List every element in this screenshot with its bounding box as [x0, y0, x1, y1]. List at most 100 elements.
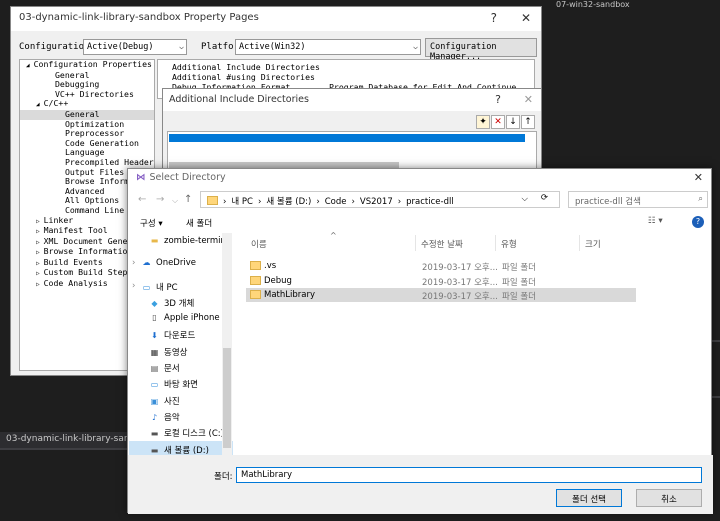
breadcrumb-item[interactable]: 내 PC — [231, 197, 253, 207]
nav-item[interactable]: ▦ 동영상 — [129, 343, 233, 359]
view-options-icon[interactable]: ☷ ▾ — [648, 216, 663, 226]
close-button[interactable]: ✕ — [694, 171, 703, 184]
nav-item[interactable]: ♪ 음악 — [129, 408, 233, 424]
nav-item[interactable]: ▤ 문서 — [129, 359, 233, 375]
breadcrumb-separator: › — [258, 197, 262, 207]
nav-item[interactable]: › ▭ 내 PC — [129, 278, 233, 294]
breadcrumb-separator: › — [351, 197, 355, 207]
ide-divider — [712, 396, 720, 398]
include-dirs-dialog: Additional Include Directories ? ✕ ✦ ✕ ↓ ↑ — [162, 88, 542, 178]
file-row[interactable]: Debug 2019-03-17 오후... 파일 폴더 — [246, 274, 636, 288]
file-list[interactable]: 이름 ^ 수정한 날짜 유형 크기 .vs 2019-03-17 오후... 파일 … — [240, 231, 712, 455]
tree-item-label: All Options — [65, 195, 120, 206]
nav-item[interactable]: › ☁ OneDrive — [129, 255, 233, 271]
column-type[interactable]: 유형 — [496, 235, 580, 251]
breadcrumb-item[interactable]: VS2017 — [360, 197, 393, 207]
configuration-select[interactable]: Active(Debug) ⌵ — [83, 39, 187, 55]
expander-icon[interactable]: ▷ — [36, 270, 40, 277]
ide-tab[interactable]: 03-dynamic-link-library-sandbox — [0, 432, 128, 448]
tree-item-label: Browse Information — [43, 246, 133, 257]
refresh-icon[interactable]: ⟳ — [541, 193, 548, 203]
up-icon[interactable]: ↑ — [184, 194, 192, 205]
file-type: 파일 폴더 — [502, 263, 536, 273]
breadcrumb-item[interactable]: 새 볼륨 (D:) — [266, 197, 311, 207]
file-row[interactable]: MathLibrary 2019-03-17 오후... 파일 폴더 — [246, 288, 636, 302]
expander-icon[interactable]: ▷ — [36, 260, 40, 267]
ide-top-right-text: 07-win32-sandbox — [556, 0, 630, 9]
search-input[interactable]: practice-dll 검색 ⌕ — [568, 191, 708, 208]
expander-icon[interactable]: › — [132, 281, 135, 291]
navigation-pane[interactable]: ▬ zombie-termina › ☁ OneDrive › ▭ 내 PC ◆ 3D 개체 ▯ Ap… — [129, 233, 233, 455]
back-icon[interactable]: ← — [138, 194, 146, 205]
nav-item[interactable]: ▭ 바탕 화면 — [129, 375, 233, 391]
tree-item[interactable]: VC++ Directories — [20, 88, 154, 100]
nav-item[interactable]: ▣ 사진 — [129, 392, 233, 408]
column-size[interactable]: 크기 — [580, 235, 636, 251]
expander-icon[interactable]: › — [132, 258, 135, 268]
help-button[interactable]: ? — [495, 93, 501, 106]
file-date: 2019-03-17 오후... — [422, 277, 498, 288]
address-bar[interactable]: › 내 PC › 새 볼륨 (D:) › Code › VS2017 › practice-dll… — [200, 191, 560, 208]
tree-item-label: VC++ Directories — [55, 88, 134, 99]
nav-item[interactable]: ◆ 3D 개체 — [129, 294, 233, 310]
cancel-button[interactable]: 취소 — [636, 489, 702, 507]
nav-item-label: 3D 개체 — [164, 298, 195, 309]
phone-icon: ▯ — [152, 313, 157, 323]
file-row[interactable]: .vs 2019-03-17 오후... 파일 폴더 — [246, 259, 636, 273]
nav-item-label: 바탕 화면 — [164, 380, 198, 391]
nav-item[interactable]: ▯ Apple iPhone — [129, 310, 233, 326]
music-icon: ♪ — [151, 412, 158, 422]
nav-item[interactable]: ▬ zombie-termina — [129, 233, 233, 249]
delete-icon[interactable]: ✕ — [491, 115, 505, 129]
new-folder-button[interactable]: 새 폴더 — [186, 217, 212, 229]
property-row[interactable]: Additional Include Directories — [172, 62, 520, 72]
expander-icon[interactable]: ▷ — [36, 239, 40, 246]
cube-icon: ◆ — [151, 298, 158, 308]
help-icon[interactable]: ? — [692, 216, 704, 228]
tree-item-label: Command Line — [65, 204, 125, 215]
scrollbar-thumb[interactable] — [223, 348, 231, 448]
include-dirs-title: Additional Include Directories — [163, 89, 541, 111]
arrow-up-icon[interactable]: ↑ — [521, 115, 535, 129]
expander-icon[interactable]: ◢ — [26, 62, 30, 69]
arrow-down-icon[interactable]: ↓ — [506, 115, 520, 129]
tree-item-label: Language — [65, 147, 105, 158]
close-button[interactable]: ✕ — [521, 11, 531, 25]
nav-item[interactable]: ▬ 로컬 디스크 (C:) — [129, 424, 233, 440]
tree-item-label: Advanced — [65, 185, 105, 196]
nav-item[interactable]: ⬇ 다운로드 — [129, 326, 233, 342]
folder-input[interactable]: MathLibrary — [236, 467, 702, 483]
close-button[interactable]: ✕ — [524, 93, 533, 106]
expander-icon[interactable]: ▷ — [36, 218, 40, 225]
nav-item-label: 사진 — [164, 396, 180, 407]
picture-icon: ▣ — [150, 396, 159, 406]
expander-icon[interactable]: ▷ — [36, 249, 40, 256]
folder-icon — [207, 196, 218, 205]
expander-icon[interactable]: ▷ — [36, 281, 40, 288]
expander-icon[interactable]: ▷ — [36, 228, 40, 235]
column-date[interactable]: 수정한 날짜 — [416, 235, 496, 251]
organize-button[interactable]: 구성 ▾ — [140, 217, 163, 229]
forward-icon[interactable]: → — [156, 194, 164, 205]
nav-item-label: 새 볼륨 (D:) — [164, 445, 209, 455]
computer-icon: ▭ — [142, 282, 151, 292]
tree-item-label: Manifest Tool — [43, 225, 108, 236]
expander-icon[interactable]: ◢ — [36, 101, 40, 108]
chevron-down-icon[interactable]: ⌵ — [522, 194, 528, 204]
platform-select[interactable]: Active(Win32) ⌵ — [235, 39, 421, 55]
breadcrumb-item[interactable]: practice-dll — [406, 197, 454, 207]
nav-item-label: 로컬 디스크 (C:) — [164, 429, 224, 440]
configuration-manager-button[interactable]: Configuration Manager... — [425, 38, 537, 62]
select-folder-button[interactable]: 폴더 선택 — [556, 489, 622, 507]
selected-entry[interactable] — [169, 134, 525, 142]
help-button[interactable]: ? — [491, 11, 497, 25]
breadcrumb-item[interactable]: Code — [325, 197, 347, 207]
recent-dropdown-icon[interactable]: ⌵ — [172, 196, 178, 206]
nav-item[interactable]: ▬ 새 볼륨 (D:) — [129, 440, 233, 455]
property-row[interactable]: Additional #using Directories — [172, 72, 520, 82]
cloud-icon: ☁ — [142, 258, 151, 268]
select-directory-dialog: ⋈ Select Directory ✕ ← → ⌵ ↑ › 내 PC › 새 볼륨 (… — [127, 168, 713, 514]
new-line-icon[interactable]: ✦ — [476, 115, 490, 129]
navigation-scrollbar[interactable] — [222, 233, 232, 455]
property-name: Additional #using Directories — [172, 72, 315, 82]
